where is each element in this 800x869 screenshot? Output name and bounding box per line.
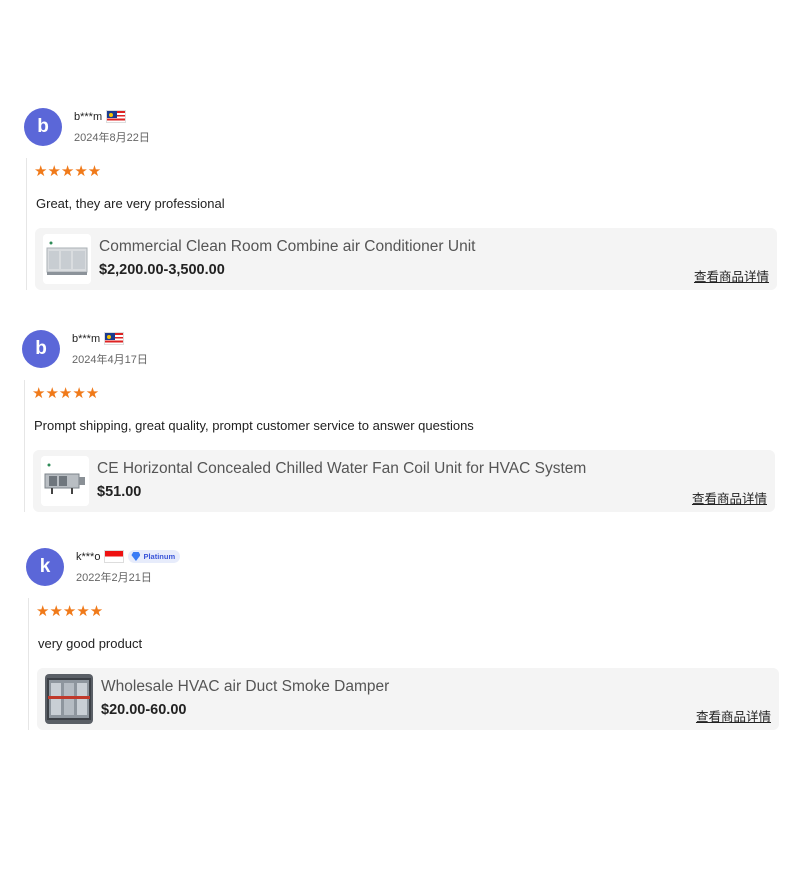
view-product-details-link[interactable]: 查看商品详情 <box>696 706 771 725</box>
avatar-letter: b <box>35 338 47 359</box>
reviewer-name: b***m <box>72 332 101 345</box>
platinum-badge: Platinum <box>128 550 181 563</box>
avatar: b <box>24 108 62 146</box>
product-thumbnail[interactable] <box>45 674 93 724</box>
product-card[interactable]: Commercial Clean Room Combine air Condit… <box>35 228 777 290</box>
smoke-damper-image <box>45 674 93 724</box>
product-card[interactable]: CE Horizontal Concealed Chilled Water Fa… <box>33 450 775 512</box>
review-comment: very good product <box>38 636 143 651</box>
avatar-letter: b <box>37 116 49 137</box>
divider <box>28 598 29 730</box>
avatar: b <box>22 330 60 368</box>
malaysia-flag-icon <box>104 332 125 345</box>
fan-coil-unit-image <box>41 456 89 506</box>
reviewer-name-row: b***m <box>74 110 127 123</box>
product-card[interactable]: Wholesale HVAC air Duct Smoke Damper $20… <box>37 668 779 730</box>
indonesia-flag-icon <box>104 550 125 563</box>
reviewer-name-row: k***o Platinum <box>76 550 181 563</box>
product-price: $51.00 <box>97 484 142 500</box>
review-date: 2024年8月22日 <box>74 132 150 144</box>
view-product-details-link[interactable]: 查看商品详情 <box>694 266 769 285</box>
product-price: $2,200.00-3,500.00 <box>99 262 225 278</box>
star-rating: ★★★★★ <box>34 163 102 180</box>
review-date: 2024年4月17日 <box>72 354 148 366</box>
divider <box>24 380 25 512</box>
product-title[interactable]: Commercial Clean Room Combine air Condit… <box>99 238 475 256</box>
divider <box>26 158 27 290</box>
star-rating: ★★★★★ <box>32 385 100 402</box>
product-title[interactable]: CE Horizontal Concealed Chilled Water Fa… <box>97 460 586 478</box>
star-rating: ★★★★★ <box>36 603 104 620</box>
review-comment: Prompt shipping, great quality, prompt c… <box>34 418 474 433</box>
avatar: k <box>26 548 64 586</box>
product-thumbnail[interactable] <box>43 234 91 284</box>
reviewer-name: k***o <box>76 550 101 563</box>
reviewer-name: b***m <box>74 110 103 123</box>
product-thumbnail[interactable] <box>41 456 89 506</box>
avatar-letter: k <box>39 556 51 577</box>
product-price: $20.00-60.00 <box>101 702 187 718</box>
diamond-icon <box>131 552 141 561</box>
badge-label: Platinum <box>143 552 176 561</box>
malaysia-flag-icon <box>106 110 127 123</box>
review-date: 2022年2月21日 <box>76 572 152 584</box>
review-comment: Great, they are very professional <box>36 196 225 211</box>
view-product-details-link[interactable]: 查看商品详情 <box>692 488 767 507</box>
product-title[interactable]: Wholesale HVAC air Duct Smoke Damper <box>101 678 389 696</box>
reviewer-name-row: b***m <box>72 332 125 345</box>
air-handler-unit-image <box>43 234 91 284</box>
